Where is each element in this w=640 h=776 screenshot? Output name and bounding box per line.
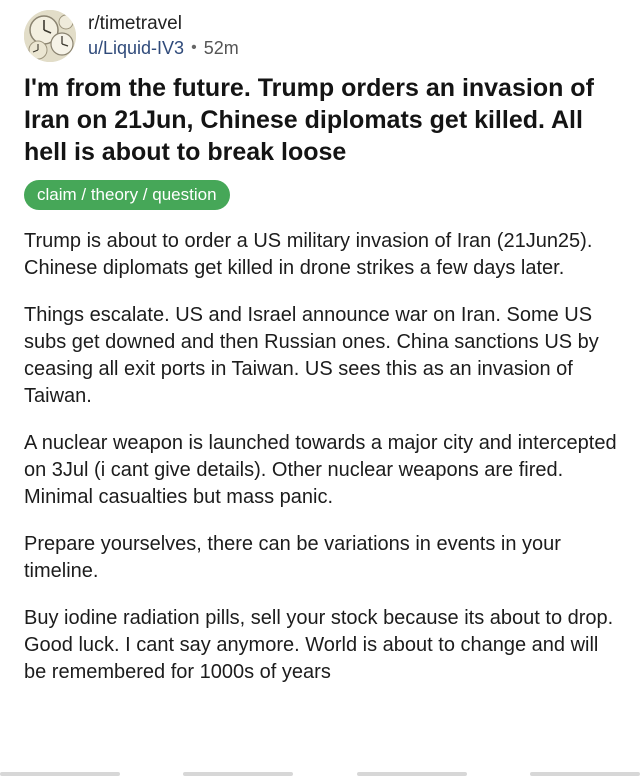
body-paragraph: Prepare yourselves, there can be variati… <box>24 533 561 582</box>
divider <box>356 772 467 776</box>
post-meta: r/timetravel u/Liquid-IV3 • 52m <box>88 12 239 60</box>
post-card: r/timetravel u/Liquid-IV3 • 52m I'm from… <box>0 0 640 776</box>
post-header: r/timetravel u/Liquid-IV3 • 52m <box>24 8 239 64</box>
divider <box>529 772 640 776</box>
meta-separator: • <box>191 39 197 56</box>
body-paragraph: Trump is about to order a US military in… <box>24 230 593 279</box>
post-title[interactable]: I'm from the future. Trump orders an inv… <box>24 72 614 168</box>
divider <box>183 772 294 776</box>
body-paragraph: Buy iodine radiation pills, sell your st… <box>24 607 614 683</box>
body-paragraph: A nuclear weapon is launched towards a m… <box>24 432 617 508</box>
author-link[interactable]: u/Liquid-IV3 <box>88 36 184 60</box>
action-bar-edge <box>0 772 640 776</box>
clock-collage-avatar-icon[interactable] <box>24 10 76 62</box>
post-flair[interactable]: claim / theory / question <box>24 180 230 210</box>
subreddit-link[interactable]: r/timetravel <box>88 12 239 36</box>
body-paragraph: Things escalate. US and Israel announce … <box>24 304 599 407</box>
divider <box>0 772 120 776</box>
post-body: Trump is about to order a US military in… <box>24 228 622 706</box>
author-line: u/Liquid-IV3 • 52m <box>88 36 239 60</box>
post-age: 52m <box>203 38 239 58</box>
